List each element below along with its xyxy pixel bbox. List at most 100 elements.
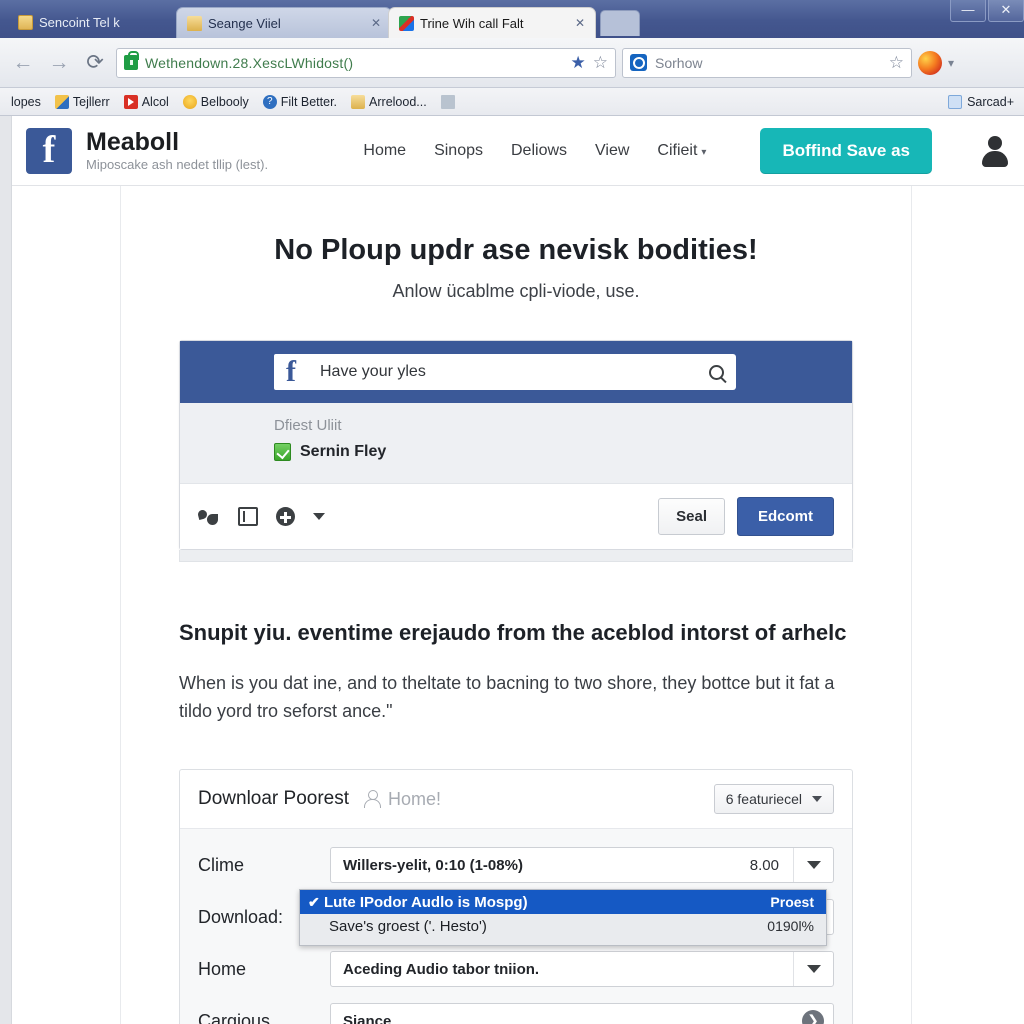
form-select-home-value: Aceding Audio tabor tniion.	[343, 960, 540, 978]
reload-icon[interactable]: ⟳	[80, 48, 110, 78]
form-select-cargious[interactable]: Siance ❯	[330, 1003, 834, 1024]
bookmark-item[interactable]: Arrelood...	[346, 93, 432, 111]
address-bar-url: Wethendown.28.XescLWhidost()	[145, 54, 354, 71]
bookmark-item[interactable]: lopes	[6, 93, 46, 111]
nav-item-sinops[interactable]: Sinops	[434, 142, 483, 160]
browser-tab-2[interactable]: Trine Wih call Falt ✕	[388, 7, 596, 38]
search-icon[interactable]	[709, 364, 724, 380]
dropdown-option-label: Save's groest ('. Hesto')	[329, 917, 487, 935]
window-controls: — ✕	[948, 0, 1024, 22]
web-page: f Meaboll Miposcake ash nedet tllip (les…	[0, 116, 1024, 1024]
nav-item-cifieit[interactable]: Cifieit ▾	[657, 142, 706, 160]
bookmark-item[interactable]: Tejllerr	[50, 93, 115, 111]
browser-tab-1[interactable]: Seange Viiel ✕	[176, 7, 392, 38]
forward-icon[interactable]: →	[44, 48, 74, 78]
bookmark-item[interactable]: Alcol	[119, 93, 174, 111]
social-widget-header: f Have your yles	[180, 341, 852, 403]
bookmark-star-icon[interactable]: ☆	[593, 54, 608, 71]
nav-item-home[interactable]: Home	[363, 142, 406, 160]
nav-item-deliows[interactable]: Deliows	[511, 142, 567, 160]
form-select-clime-value: Willers-yelit, 0:10 (1-08%)	[343, 856, 523, 874]
nav-item-cifieit-label: Cifieit	[657, 141, 698, 159]
dropdown-option-value: Proest	[770, 894, 814, 910]
dropdown-option[interactable]: Save's groest ('. Hesto') 0190l%	[300, 914, 826, 938]
browser-toolbar: ← → ⟳ Wethendown.28.XescLWhidost() ★ ☆ S…	[0, 38, 1024, 88]
chevron-down-icon[interactable]: ▾	[948, 56, 954, 70]
spreadsheet-favicon	[399, 15, 414, 31]
social-search-field[interactable]: Have your yles	[308, 354, 736, 390]
search-engine-icon	[630, 54, 647, 71]
bookmarks-overflow-label: Sarcad+	[967, 94, 1014, 109]
tabstrip: Sencoint Tel k ✕ Seange Viiel ✕ Trine Wi…	[0, 7, 940, 38]
social-widget-item-label: Sernin Fley	[300, 443, 387, 460]
form-row-cargious: Cargious Siance ❯	[180, 995, 852, 1024]
lock-icon	[124, 51, 139, 70]
bookmark-item[interactable]	[436, 93, 460, 111]
facebook-logo-icon: f	[26, 127, 72, 174]
question-icon: ?	[262, 94, 277, 109]
minimize-button[interactable]: —	[950, 0, 986, 22]
screen: Sencoint Tel k ✕ Seange Viiel ✕ Trine Wi…	[0, 0, 1024, 1024]
people-icon[interactable]	[198, 507, 220, 527]
form-select-clime[interactable]: Willers-yelit, 0:10 (1-08%) 8.00	[330, 847, 834, 884]
avatar[interactable]	[980, 135, 1010, 167]
doc-icon	[948, 94, 963, 109]
photo-icon[interactable]	[238, 507, 258, 526]
social-widget-footer: Seal Edcomt	[180, 483, 852, 549]
social-widget-actions: Seal Edcomt	[658, 497, 834, 536]
form-select-home[interactable]: Aceding Audio tabor tniion.	[330, 951, 834, 988]
open-dropdown-list[interactable]: ✔ Lute IPodor Audlo is Mospg) Proest Sav…	[299, 889, 827, 946]
chevron-right-icon[interactable]: ❯	[802, 1010, 824, 1024]
download-panel-title: Downloar Poorest	[198, 788, 350, 810]
chevron-down-icon[interactable]	[313, 513, 325, 520]
social-search-input[interactable]: Have your yles	[320, 363, 701, 381]
brand-tagline: Miposcake ash nedet tllip (lest).	[86, 157, 269, 173]
brand-name: Meaboll	[86, 127, 180, 156]
feature-count-select[interactable]: 6 featuriecel	[713, 784, 834, 815]
bookmark-label: Filt Better.	[280, 94, 338, 109]
nav-item-view[interactable]: View	[595, 142, 629, 160]
submit-button[interactable]: Edcomt	[736, 497, 834, 536]
cancel-button[interactable]: Seal	[658, 498, 725, 535]
form-row-home: Home Aceding Audio tabor tniion.	[180, 943, 852, 995]
form-label-clime: Clime	[198, 854, 245, 875]
new-tab-button[interactable]	[600, 10, 640, 36]
chart-icon	[54, 94, 69, 109]
bookmark-item[interactable]: Belbooly	[178, 93, 254, 111]
cta-button[interactable]: Boffind Save as	[760, 127, 932, 174]
download-panel-header: Downloar Poorest Home! 6 featuriecel	[180, 770, 852, 830]
social-widget-body-label: Dfiest Uliit	[274, 417, 342, 434]
tab-close-icon[interactable]: ✕	[369, 16, 383, 30]
social-widget-checked-row[interactable]: Sernin Fley	[274, 443, 836, 461]
browser-search-input[interactable]: Sorhow	[655, 55, 881, 71]
bookmark-filled-icon[interactable]: ★	[571, 54, 586, 71]
person-icon	[363, 790, 382, 809]
dropdown-arrow-icon[interactable]	[793, 848, 833, 883]
dropdown-arrow-icon[interactable]	[793, 952, 833, 987]
address-bar[interactable]: Wethendown.28.XescLWhidost() ★ ☆	[116, 47, 616, 78]
firefox-logo-icon[interactable]	[918, 50, 942, 75]
form-select-clime-side: 8.00	[749, 856, 779, 874]
folder-favicon	[187, 15, 202, 31]
tab-close-icon[interactable]: ✕	[573, 16, 587, 30]
bookmarks-overflow[interactable]: Sarcad+	[948, 94, 1018, 109]
brand[interactable]: f Meaboll Miposcake ash nedet tllip (les…	[26, 127, 269, 174]
browser-titlebar: Sencoint Tel k ✕ Seange Viiel ✕ Trine Wi…	[0, 0, 1024, 38]
page-viewport: f Meaboll Miposcake ash nedet tllip (les…	[0, 116, 1024, 1024]
page-subheadline: Anlow ücablme cpli-viode, use.	[392, 281, 640, 301]
back-icon[interactable]: ←	[8, 48, 38, 78]
article-title: Snupit yiu. eventime erejaudo from the a…	[179, 620, 847, 645]
search-star-icon[interactable]: ☆	[889, 54, 904, 71]
form-label-home: Home	[198, 958, 247, 979]
check-icon[interactable]	[274, 443, 291, 461]
video-icon	[123, 94, 138, 109]
page-left-rail	[0, 116, 12, 1024]
browser-search-box[interactable]: Sorhow ☆	[622, 47, 912, 78]
dropdown-option-selected[interactable]: ✔ Lute IPodor Audlo is Mospg) Proest	[300, 890, 826, 914]
bookmark-label: Belbooly	[200, 94, 249, 109]
close-window-button[interactable]: ✕	[988, 0, 1024, 22]
bookmark-label: Alcol	[141, 94, 169, 109]
bookmark-item[interactable]: ? Filt Better.	[258, 93, 342, 111]
browser-tab-label: Trine Wih call Falt	[420, 15, 524, 31]
plus-circle-icon[interactable]	[276, 507, 295, 526]
